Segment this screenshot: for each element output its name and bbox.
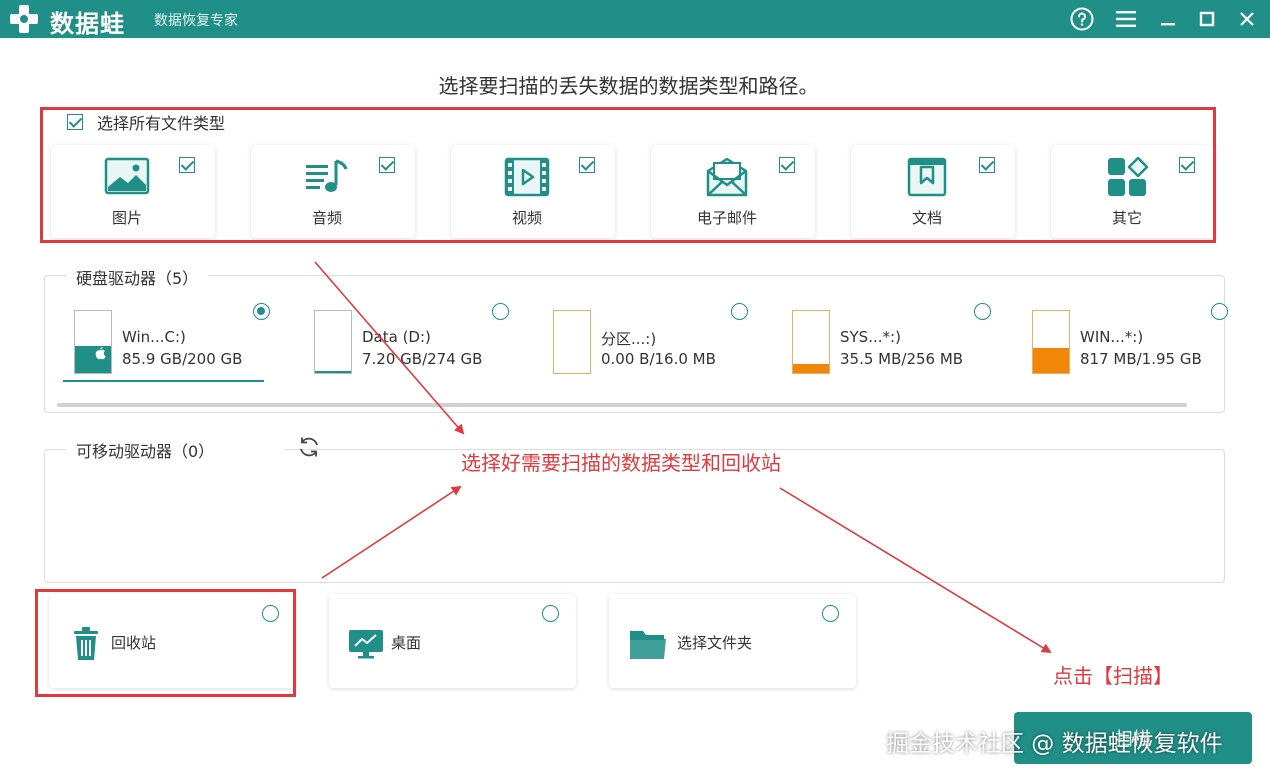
- app-name: 数据蛙: [50, 10, 125, 38]
- annotation-box-file-types: [40, 107, 1216, 243]
- folder-icon: [630, 631, 666, 659]
- hard-drives-title: 硬盘驱动器（5）: [66, 265, 209, 289]
- drive-size: 817 MB/1.95 GB: [1080, 350, 1202, 368]
- drive-name: SYS...*:): [840, 328, 901, 346]
- location-radio[interactable]: [822, 605, 839, 622]
- drive-name: Win...C:): [122, 328, 186, 346]
- minimize-icon[interactable]: [1155, 6, 1181, 32]
- drive-item[interactable]: WIN...*:) 817 MB/1.95 GB: [1032, 302, 1222, 382]
- drive-name: 分区...:): [601, 330, 657, 348]
- location-label: 选择文件夹: [677, 634, 753, 652]
- drive-radio[interactable]: [731, 303, 748, 320]
- drive-size: 35.5 MB/256 MB: [840, 350, 964, 368]
- annotation-text-center: 选择好需要扫描的数据类型和回收站: [461, 451, 781, 475]
- drive-radio[interactable]: [492, 303, 509, 320]
- title-bar: 数据蛙 数据恢复专家: [0, 0, 1270, 38]
- menu-icon[interactable]: [1113, 6, 1139, 32]
- help-icon[interactable]: [1069, 6, 1095, 32]
- removable-drives-title: 可移动驱动器（0）: [66, 438, 285, 462]
- page-heading: 选择要扫描的丢失数据的数据类型和路径。: [438, 74, 819, 98]
- horizontal-scrollbar[interactable]: [57, 403, 1187, 407]
- windows-logo-icon: [95, 347, 106, 360]
- location-radio[interactable]: [542, 605, 559, 622]
- drive-name: Data (D:): [362, 328, 431, 346]
- drive-usage-bar: [1032, 310, 1070, 374]
- drive-usage-fill: [1033, 347, 1069, 373]
- drive-item[interactable]: SYS...*:) 35.5 MB/256 MB: [792, 302, 982, 382]
- drive-usage-fill: [315, 371, 351, 373]
- drive-item[interactable]: Data (D:) 7.20 GB/274 GB: [314, 302, 504, 382]
- scan-button-label: 扫描: [1115, 729, 1151, 750]
- drive-size: 0.00 B/16.0 MB: [601, 350, 716, 368]
- close-icon[interactable]: [1234, 6, 1260, 32]
- drive-radio[interactable]: [253, 303, 270, 320]
- drive-name: WIN...*:): [1080, 328, 1144, 346]
- scan-button[interactable]: 扫描: [1014, 712, 1252, 764]
- drive-radio[interactable]: [1211, 303, 1228, 320]
- selected-drive-underline: [63, 380, 264, 382]
- drive-usage-bar: [553, 310, 591, 374]
- app-subtitle: 数据恢复专家: [154, 13, 238, 29]
- annotation-box-recycle-bin: [35, 589, 296, 697]
- location-card-desktop[interactable]: 桌面: [329, 594, 576, 688]
- drive-usage-bar: [792, 310, 830, 374]
- drive-item[interactable]: 分区...:) 0.00 B/16.0 MB: [553, 302, 743, 382]
- refresh-icon[interactable]: [297, 436, 321, 458]
- drive-radio[interactable]: [974, 303, 991, 320]
- drive-size: 7.20 GB/274 GB: [362, 350, 483, 368]
- drive-usage-fill: [793, 364, 829, 373]
- annotation-text-scan: 点击【扫描】: [1053, 664, 1173, 688]
- app-logo-icon: [10, 5, 38, 33]
- drive-item[interactable]: Win...C:) 85.9 GB/200 GB: [74, 302, 264, 382]
- location-label: 桌面: [391, 634, 422, 652]
- drive-usage-bar: [314, 310, 352, 374]
- desktop-icon: [349, 630, 383, 659]
- maximize-icon[interactable]: [1194, 6, 1220, 32]
- drive-usage-bar: [74, 310, 112, 374]
- location-card-select-folder[interactable]: 选择文件夹: [609, 594, 856, 688]
- drive-size: 85.9 GB/200 GB: [122, 350, 243, 368]
